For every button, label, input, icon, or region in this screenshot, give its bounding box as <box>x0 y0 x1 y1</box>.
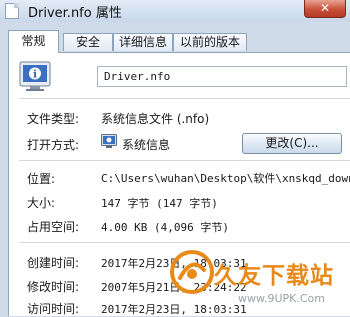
divider <box>19 98 350 99</box>
file-type-value: 系统信息文件 (.nfo) <box>101 112 210 126</box>
close-button[interactable]: ✕ <box>304 0 346 18</box>
tab-previous-versions[interactable]: 以前的版本 <box>173 33 247 51</box>
tab-general[interactable]: 常规 <box>8 30 59 53</box>
size-label: 大小: <box>27 196 56 210</box>
watermark-url: www.9UPK.Com <box>238 292 325 305</box>
created-label: 创建时间: <box>27 256 80 270</box>
divider <box>19 160 350 161</box>
size-value: 147 字节 (147 字节) <box>101 197 218 210</box>
watermark-logo-icon <box>170 250 214 294</box>
file-type-label: 文件类型: <box>27 112 80 126</box>
change-button[interactable]: 更改(C)... <box>242 133 342 154</box>
disk-size-value: 4.00 KB (4,096 字节) <box>101 221 229 234</box>
tab-security[interactable]: 安全 <box>63 33 113 51</box>
title-bar[interactable]: Driver.nfo 属性 ✕ <box>0 0 350 22</box>
location-label: 位置: <box>27 172 56 186</box>
location-value: C:\Users\wuhan\Desktop\软件\xnskqd_downcc <box>101 172 350 185</box>
divider <box>19 242 350 243</box>
window-title: Driver.nfo 属性 <box>28 6 122 21</box>
file-name-field[interactable]: Driver.nfo <box>97 66 347 87</box>
tab-details[interactable]: 详细信息 <box>113 33 173 51</box>
disk-size-label: 占用空间: <box>27 220 80 234</box>
watermark: 久友下载站 www.9UPK.Com <box>168 248 350 316</box>
svg-text:i: i <box>33 70 37 81</box>
modified-label: 修改时间: <box>27 280 80 294</box>
close-icon: ✕ <box>319 1 331 15</box>
opens-with-label: 打开方式: <box>27 138 80 152</box>
system-info-file-icon: i <box>19 61 51 91</box>
opens-with-value: 系统信息 <box>122 138 171 152</box>
watermark-text: 久友下载站 <box>214 263 334 289</box>
system-info-app-icon <box>101 134 117 148</box>
file-icon <box>5 3 19 19</box>
accessed-label: 访问时间: <box>27 302 80 316</box>
